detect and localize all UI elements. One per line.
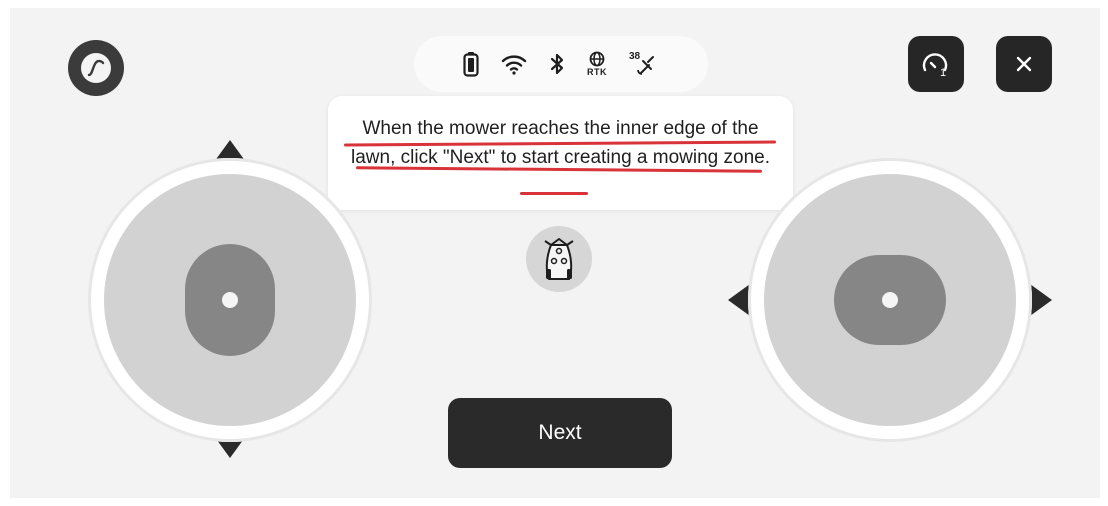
next-button[interactable]: Next (448, 398, 672, 468)
mower-icon (526, 226, 592, 292)
bluetooth-icon (549, 52, 565, 76)
satellite-icon: 38 (629, 51, 659, 77)
speedometer-icon: 1 (922, 53, 948, 78)
speed-level-button[interactable]: 1 (908, 36, 964, 92)
right-joystick[interactable] (728, 158, 1052, 442)
left-joystick[interactable] (88, 134, 372, 466)
wifi-icon (501, 53, 527, 75)
speed-level: 1 (940, 67, 946, 78)
battery-icon (463, 51, 479, 77)
close-icon (1016, 56, 1032, 72)
arrow-right-icon (1030, 284, 1052, 316)
app-logo-icon[interactable] (68, 40, 124, 96)
rtk-icon: RTK (587, 51, 607, 77)
status-bar: RTK 38 (414, 36, 708, 92)
arrow-left-icon (728, 284, 750, 316)
rtk-label: RTK (587, 67, 607, 77)
close-button[interactable] (996, 36, 1052, 92)
annotation-underline (520, 192, 588, 195)
